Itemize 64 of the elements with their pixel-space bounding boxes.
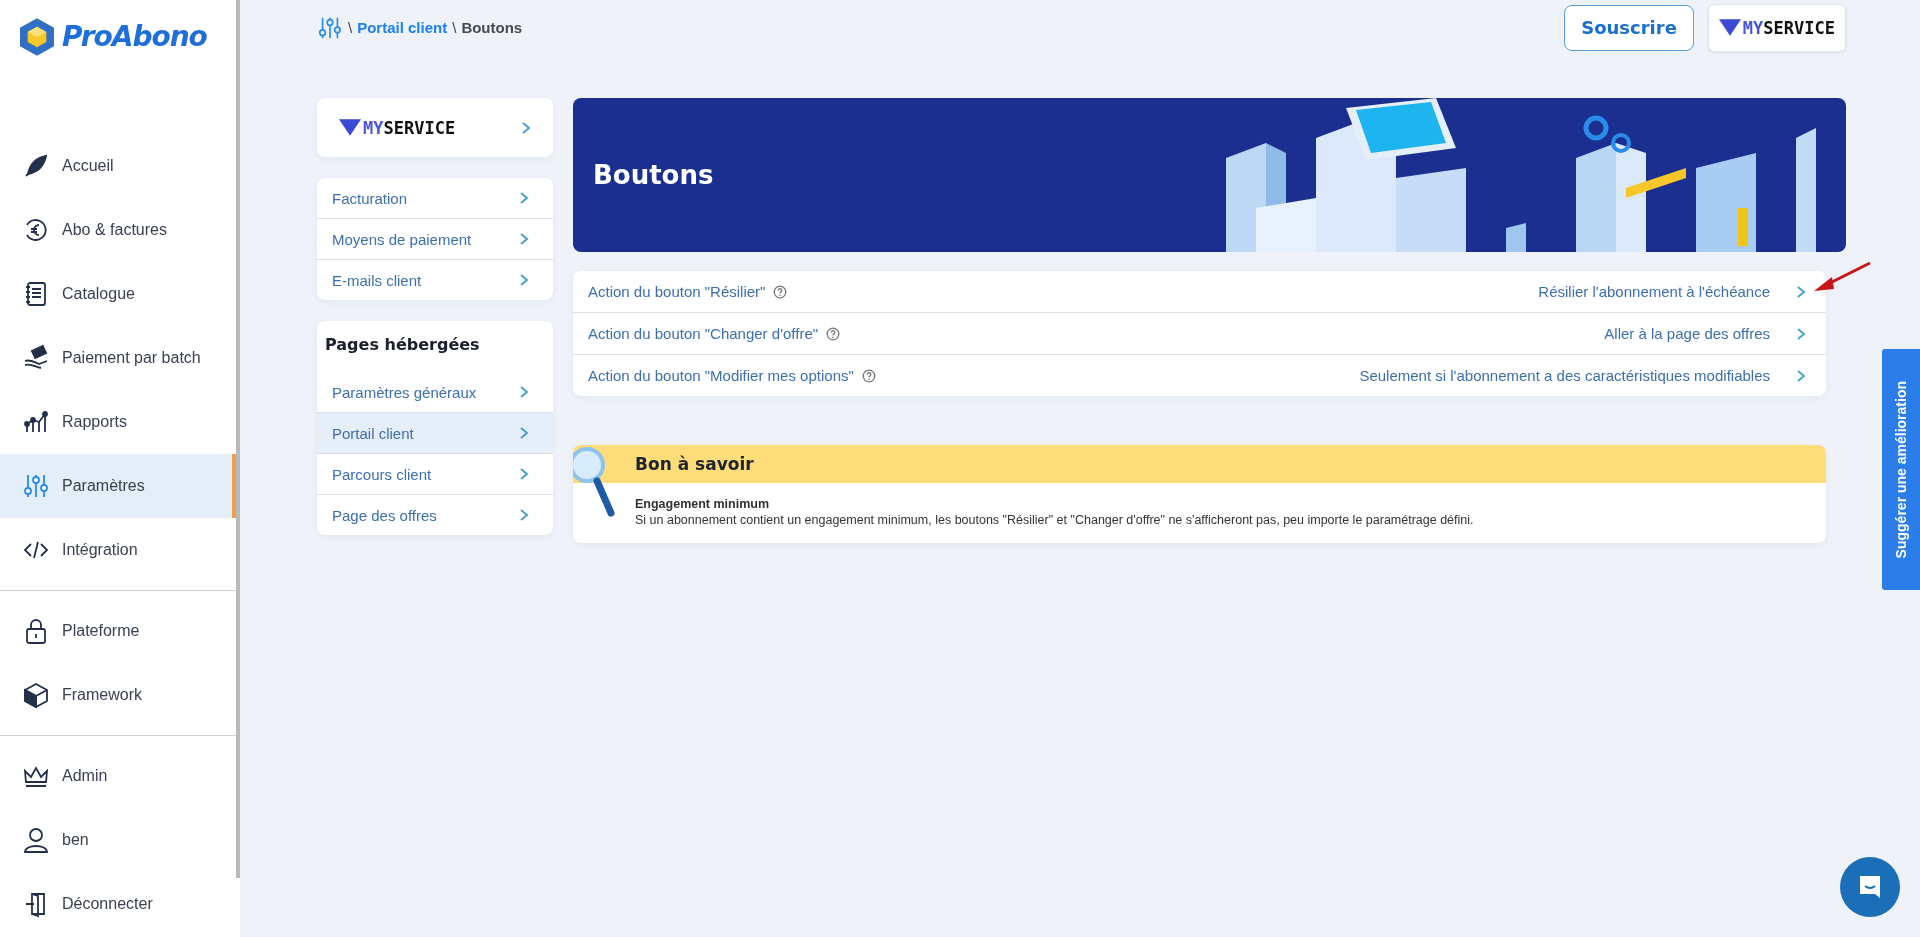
- setting-row[interactable]: Action du bouton "Modifier mes options" Seulement si l'abonnement a des caractéristiques modifiables: [573, 354, 1826, 396]
- nav-item[interactable]: Déconnecter: [0, 872, 236, 936]
- notice-text: Si un abonnement contient un engagement minimum, les boutons "Résilier" et "Changer d'offre" ne s'afficheront pas, peu importe le paramétrage défini.: [635, 513, 1475, 527]
- cube-icon: [22, 681, 50, 709]
- setting-value: Seulement si l'abonnement a des caractéristiques modifiables: [1359, 367, 1770, 384]
- menu-heading: Pages hébergées: [324, 334, 481, 356]
- setting-row[interactable]: Action du bouton "Résilier" Résilier l'abonnement à l'échéance: [573, 271, 1826, 312]
- nav-item[interactable]: Catalogue: [0, 262, 236, 326]
- chat-button[interactable]: [1840, 857, 1900, 917]
- menu-item[interactable]: Parcours client: [317, 453, 553, 494]
- breadcrumb-current: Boutons: [461, 19, 523, 36]
- notice-heading: Engagement minimum: [635, 497, 771, 511]
- menu-item[interactable]: Paramètres généraux: [317, 372, 553, 412]
- nav-item[interactable]: Paiement par batch: [0, 326, 236, 390]
- setting-row[interactable]: Action du bouton "Changer d'offre" Aller à la page des offres: [573, 312, 1826, 354]
- feedback-tab[interactable]: Suggérer une amélioration: [1882, 349, 1920, 590]
- subscribe-button[interactable]: Souscrire: [1564, 4, 1694, 51]
- user-icon: [22, 826, 50, 854]
- nav-item[interactable]: Abo & factures: [0, 198, 236, 262]
- nav-item[interactable]: Plateforme: [0, 599, 236, 663]
- nav-item[interactable]: Intégration: [0, 518, 236, 582]
- breadcrumb-separator: \: [348, 19, 353, 36]
- chevron-icon: [521, 120, 531, 135]
- chevron-icon: [519, 191, 529, 205]
- annotation-arrow: [1812, 261, 1872, 293]
- menu-item[interactable]: Portail client: [317, 412, 553, 453]
- money-icon: [22, 344, 50, 372]
- nav-item[interactable]: Framework: [0, 663, 236, 727]
- chevron-icon: [1796, 326, 1806, 341]
- logo-icon: [20, 18, 54, 56]
- help-icon[interactable]: [826, 326, 841, 341]
- chevron-icon: [1796, 284, 1806, 299]
- chevron-icon: [519, 426, 529, 440]
- chevron-icon: [519, 273, 529, 287]
- setting-value: Résilier l'abonnement à l'échéance: [1538, 283, 1770, 300]
- nav-item[interactable]: Admin: [0, 744, 236, 808]
- service-card[interactable]: MYSERVICE: [317, 98, 553, 157]
- nav-item[interactable]: ben: [0, 808, 236, 872]
- breadcrumb-separator: \: [452, 19, 457, 36]
- page-title: Boutons: [593, 160, 714, 190]
- notice-title: Bon à savoir: [635, 454, 754, 474]
- help-icon[interactable]: [861, 368, 876, 383]
- nav-item[interactable]: Paramètres: [0, 454, 236, 518]
- setting-value: Aller à la page des offres: [1604, 325, 1770, 342]
- chevron-icon: [1796, 368, 1806, 383]
- service-logo[interactable]: MYSERVICE: [1707, 3, 1846, 52]
- chevron-icon: [519, 232, 529, 246]
- setting-label: Action du bouton "Résilier": [588, 283, 766, 300]
- setting-label: Action du bouton "Changer d'offre": [588, 325, 819, 342]
- breadcrumb-link[interactable]: Portail client: [357, 19, 448, 36]
- sliders-icon: [22, 472, 50, 500]
- menu-item[interactable]: Page des offres: [317, 494, 553, 535]
- nav-item[interactable]: Rapports: [0, 390, 236, 454]
- help-icon[interactable]: [773, 284, 788, 299]
- brand-name[interactable]: ProAbono: [62, 20, 207, 53]
- chevron-icon: [519, 467, 529, 481]
- service-logo: MYSERVICE: [339, 117, 456, 138]
- nav-item[interactable]: Accueil: [0, 134, 236, 198]
- chevron-icon: [519, 508, 529, 522]
- setting-label: Action du bouton "Modifier mes options": [588, 367, 854, 384]
- menu-item[interactable]: Moyens de paiement: [317, 218, 553, 259]
- menu-item[interactable]: Facturation: [317, 178, 553, 218]
- menu-item[interactable]: E-mails client: [317, 259, 553, 300]
- chevron-icon: [519, 385, 529, 399]
